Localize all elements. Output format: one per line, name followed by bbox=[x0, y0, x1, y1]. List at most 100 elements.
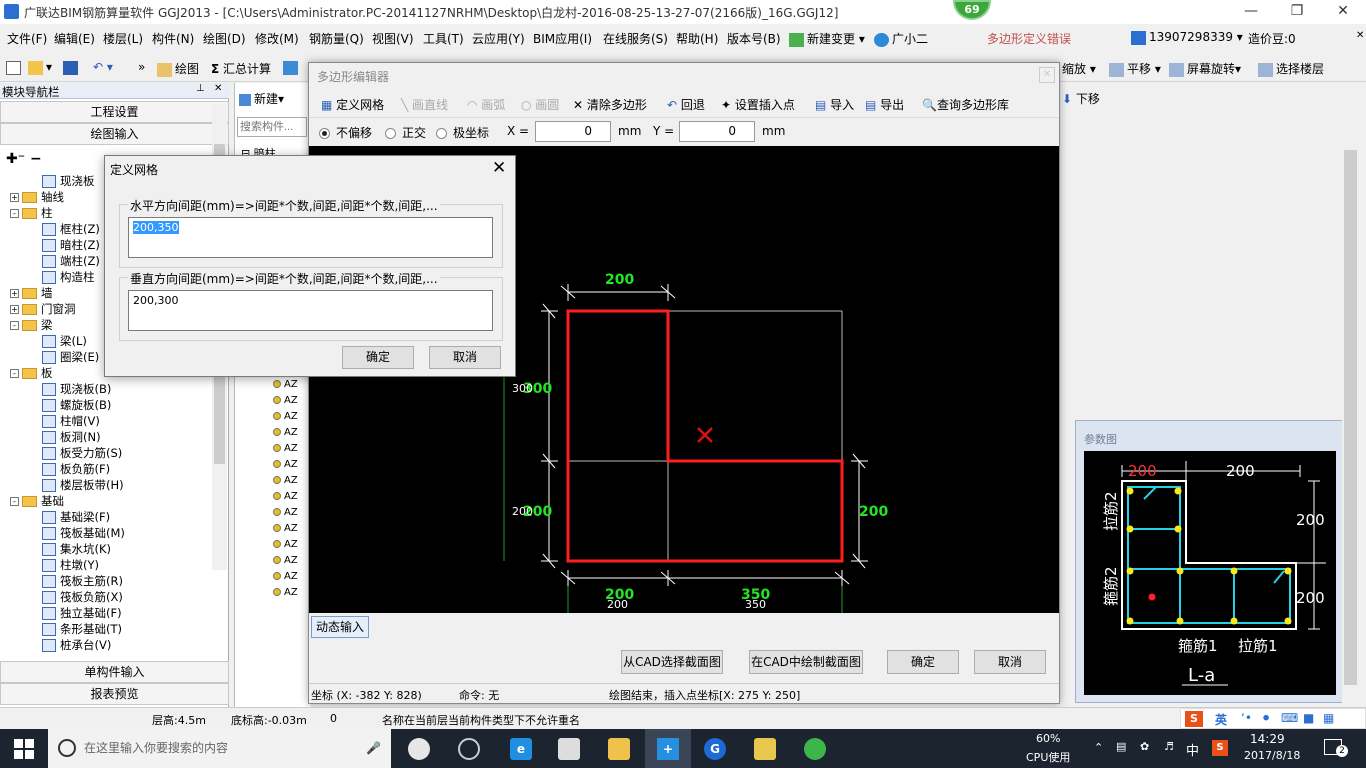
new-component-button[interactable]: 新建▾ bbox=[239, 90, 284, 107]
az-list-item[interactable]: AZ bbox=[273, 427, 298, 438]
windows-start-icon[interactable] bbox=[14, 739, 34, 759]
menu-assistant[interactable]: 广小二 bbox=[874, 30, 928, 47]
draw-button[interactable]: 绘图 bbox=[157, 60, 199, 77]
poly-cancel-button[interactable]: 取消 bbox=[974, 650, 1046, 674]
define-grid-button[interactable]: ▦ 定义网格 bbox=[321, 96, 384, 113]
mode-none-radio[interactable]: 不偏移 bbox=[319, 124, 372, 141]
az-list-item[interactable]: AZ bbox=[273, 491, 298, 502]
restore-button[interactable]: ❐ bbox=[1274, 0, 1320, 24]
notes-icon[interactable] bbox=[754, 738, 776, 760]
account-phone[interactable]: 13907298339 ▾ bbox=[1131, 30, 1243, 45]
tree-item[interactable]: 框柱(Z) bbox=[42, 221, 100, 237]
tree-item[interactable]: 筏板负筋(X) bbox=[42, 589, 123, 605]
clear-polygon-button[interactable]: ✕ 清除多边形 bbox=[573, 96, 647, 113]
network-icon[interactable]: ▤ bbox=[1116, 740, 1126, 753]
tree-item[interactable]: 筏板主筋(R) bbox=[42, 573, 123, 589]
mode-ortho-radio[interactable]: 正交 bbox=[385, 124, 426, 141]
tree-item[interactable]: 梁(L) bbox=[42, 333, 87, 349]
tree-item[interactable]: 现浇板(B) bbox=[42, 381, 111, 397]
tree-item[interactable]: 基础梁(F) bbox=[42, 509, 110, 525]
panel-close-icon[interactable]: ✕ bbox=[214, 83, 222, 94]
menu-online[interactable]: 在线服务(S) bbox=[603, 30, 668, 47]
expand-all-icon[interactable]: ✚⁻ bbox=[6, 151, 25, 167]
menu-floor[interactable]: 楼层(L) bbox=[103, 30, 143, 47]
menu-new-change[interactable]: 新建变更 ▾ bbox=[789, 30, 865, 47]
cad-draw-button[interactable]: 在CAD中绘制截面图 bbox=[749, 650, 863, 674]
y-input[interactable]: 0 bbox=[679, 121, 755, 142]
app-swirl-icon[interactable] bbox=[458, 738, 480, 760]
tree-item[interactable]: 暗柱(Z) bbox=[42, 237, 100, 253]
keyboard-icon[interactable]: ⌨ bbox=[1281, 711, 1298, 725]
collapse-icon[interactable]: - bbox=[10, 497, 19, 506]
dialog-close-icon[interactable]: ✕ bbox=[492, 158, 506, 178]
dynamic-input-tab[interactable]: 动态输入 bbox=[311, 616, 369, 638]
ime-lang[interactable]: 英 bbox=[1215, 711, 1227, 728]
tree-item[interactable]: 柱墩(Y) bbox=[42, 557, 99, 573]
edge-icon[interactable]: e bbox=[510, 738, 532, 760]
menu-cloud[interactable]: 云应用(Y) bbox=[472, 30, 525, 47]
toolbox-icon[interactable]: ▦ bbox=[1323, 711, 1334, 725]
menu-help[interactable]: 帮助(H) bbox=[676, 30, 718, 47]
menu-version[interactable]: 版本号(B) bbox=[727, 30, 781, 47]
set-insert-point-button[interactable]: ✦ 设置插入点 bbox=[721, 96, 795, 113]
az-list-item[interactable]: AZ bbox=[273, 475, 298, 486]
collapse-icon[interactable]: - bbox=[10, 209, 19, 218]
tree-item[interactable]: 板洞(N) bbox=[42, 429, 101, 445]
az-list-item[interactable]: AZ bbox=[273, 379, 298, 390]
volume-icon[interactable]: ♬ bbox=[1164, 740, 1174, 753]
shirt-icon[interactable]: ■ bbox=[1303, 711, 1314, 725]
green-app-icon[interactable] bbox=[804, 738, 826, 760]
price-beans[interactable]: 造价豆:0 bbox=[1248, 30, 1296, 47]
pan-button[interactable]: 平移 ▾ bbox=[1109, 60, 1161, 77]
new-file-icon[interactable] bbox=[6, 60, 24, 75]
pin-icon[interactable]: ⊥ bbox=[196, 83, 205, 94]
menu-edit[interactable]: 编辑(E) bbox=[54, 30, 95, 47]
cad-select-button[interactable]: 从CAD选择截面图 bbox=[621, 650, 723, 674]
zoom-button[interactable]: 缩放 ▾ bbox=[1062, 60, 1096, 77]
tree-item[interactable]: 独立基础(F) bbox=[42, 605, 122, 621]
glodon-icon[interactable]: G bbox=[704, 738, 726, 760]
wifi-icon[interactable]: ✿ bbox=[1140, 740, 1149, 753]
expand-icon[interactable]: + bbox=[10, 289, 19, 298]
collapse-icon[interactable]: - bbox=[10, 369, 19, 378]
project-settings-button[interactable]: 工程设置 bbox=[0, 101, 229, 123]
tree-item[interactable]: + 门窗洞 bbox=[10, 301, 76, 317]
menu-close-icon[interactable]: ✕ bbox=[1356, 30, 1364, 41]
open-file-icon[interactable]: ▾ bbox=[28, 60, 52, 75]
menu-rebar[interactable]: 钢筋量(Q) bbox=[309, 30, 364, 47]
file-explorer-icon[interactable] bbox=[608, 738, 630, 760]
ime-toolbar[interactable]: S 英 ‘• ⚫ ⌨ ■ ▦ bbox=[1180, 708, 1366, 729]
right-scrollbar[interactable] bbox=[1342, 138, 1360, 703]
tree-item[interactable]: 筏板基础(M) bbox=[42, 525, 125, 541]
single-component-button[interactable]: 单构件输入 bbox=[0, 661, 229, 683]
horizontal-spacing-input[interactable]: 200,350 bbox=[128, 217, 493, 258]
tree-item[interactable]: + 墙 bbox=[10, 285, 53, 301]
taskbar-search-box[interactable]: 在这里输入你要搜索的内容 🎤 bbox=[48, 729, 391, 768]
tree-item[interactable]: 楼层板带(H) bbox=[42, 477, 124, 493]
menu-bim[interactable]: BIM应用(I) bbox=[533, 30, 592, 47]
tray-chevron-icon[interactable]: ⌃ bbox=[1094, 741, 1103, 754]
mode-polar-radio[interactable]: 极坐标 bbox=[436, 124, 489, 141]
az-list-item[interactable]: AZ bbox=[273, 443, 298, 454]
clock-time[interactable]: 14:29 bbox=[1250, 732, 1285, 746]
drawing-input-button[interactable]: 绘图输入 bbox=[0, 123, 229, 145]
tree-item[interactable]: -板 bbox=[10, 365, 53, 381]
tree-item[interactable]: 板受力筋(S) bbox=[42, 445, 122, 461]
az-list-item[interactable]: AZ bbox=[273, 411, 298, 422]
toolbar-icon[interactable] bbox=[283, 60, 301, 75]
tree-item[interactable]: 柱帽(V) bbox=[42, 413, 100, 429]
tree-item[interactable]: -柱 bbox=[10, 205, 53, 221]
tree-item[interactable]: - 基础 bbox=[10, 493, 64, 509]
draw-circle-button[interactable]: ○ 画圆 bbox=[521, 96, 559, 113]
right-scroll-thumb[interactable] bbox=[1344, 150, 1357, 685]
notification-icon[interactable]: 2 bbox=[1324, 737, 1348, 759]
tree-item[interactable]: 集水坑(K) bbox=[42, 541, 111, 557]
punct-icon[interactable]: ‘• bbox=[1241, 711, 1252, 725]
import-button[interactable]: ▤ 导入 bbox=[815, 96, 854, 113]
sogou-tray-icon[interactable]: S bbox=[1212, 740, 1228, 756]
tree-item[interactable]: 板负筋(F) bbox=[42, 461, 110, 477]
tree-item[interactable]: 桩承台(V) bbox=[42, 637, 111, 653]
menu-file[interactable]: 文件(F) bbox=[7, 30, 47, 47]
draw-line-button[interactable]: ╲ 画直线 bbox=[401, 96, 448, 113]
polygon-close-icon[interactable]: ✕ bbox=[1039, 67, 1055, 83]
